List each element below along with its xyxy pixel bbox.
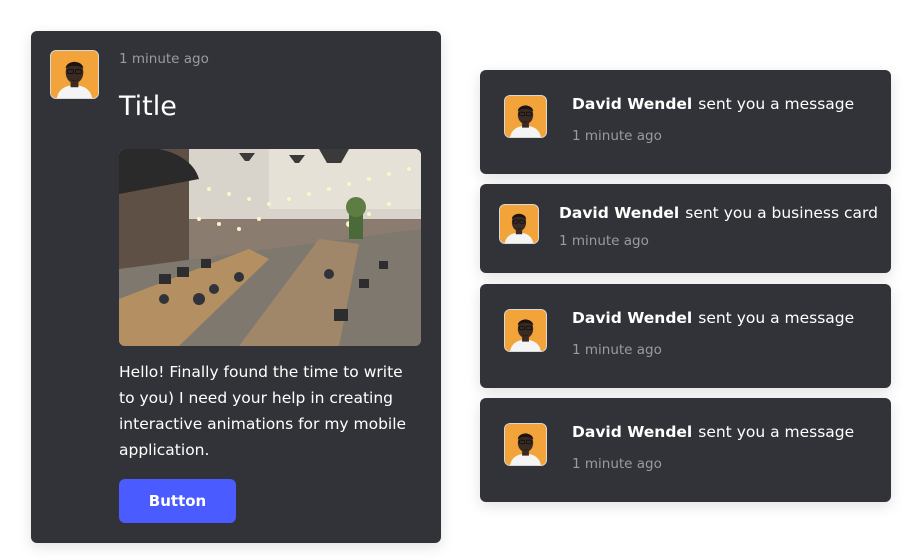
notification-action: sent you a message (698, 309, 855, 327)
notification-text: David Wendel sent you a message (572, 95, 854, 113)
sender-name: David Wendel (572, 423, 693, 441)
office-photo-icon (119, 149, 421, 346)
notification-item[interactable]: David Wendel sent you a business card 1 m… (480, 184, 891, 273)
notification-avatar (504, 95, 547, 138)
post-body: Hello! Finally found the time to write t… (119, 363, 407, 459)
notification-avatar (499, 204, 539, 244)
post-title: Title (119, 91, 177, 122)
notification-action: sent you a business card (685, 204, 878, 222)
notification-action: sent you a message (698, 95, 855, 113)
notification-text: David Wendel sent you a message (572, 309, 854, 327)
post-timestamp: 1 minute ago (119, 51, 209, 67)
notification-text: David Wendel sent you a message (572, 423, 854, 441)
notification-item[interactable]: David Wendel sent you a message 1 minute … (480, 70, 891, 174)
post-image (119, 149, 421, 346)
user-avatar-icon (500, 205, 538, 243)
notification-timestamp: 1 minute ago (572, 456, 662, 472)
user-avatar-icon (505, 424, 546, 465)
notification-item[interactable]: David Wendel sent you a message 1 minute … (480, 398, 891, 502)
notification-timestamp: 1 minute ago (559, 233, 649, 249)
notification-avatar (504, 423, 547, 466)
sender-name: David Wendel (572, 95, 693, 113)
stage: 1 minute ago Title Hello! Finally found … (0, 0, 920, 560)
notification-item[interactable]: David Wendel sent you a message 1 minute … (480, 284, 891, 388)
sender-name: David Wendel (572, 309, 693, 327)
sender-name: David Wendel (559, 204, 680, 222)
notification-text: David Wendel sent you a business card (559, 204, 878, 222)
user-avatar-icon (51, 51, 98, 98)
post-card: 1 minute ago Title Hello! Finally found … (31, 31, 441, 543)
post-author-avatar[interactable] (50, 50, 99, 99)
notification-timestamp: 1 minute ago (572, 342, 662, 358)
notification-action: sent you a message (698, 423, 855, 441)
notification-avatar (504, 309, 547, 352)
user-avatar-icon (505, 96, 546, 137)
user-avatar-icon (505, 310, 546, 351)
post-action-button[interactable]: Button (119, 479, 236, 523)
notification-timestamp: 1 minute ago (572, 128, 662, 144)
